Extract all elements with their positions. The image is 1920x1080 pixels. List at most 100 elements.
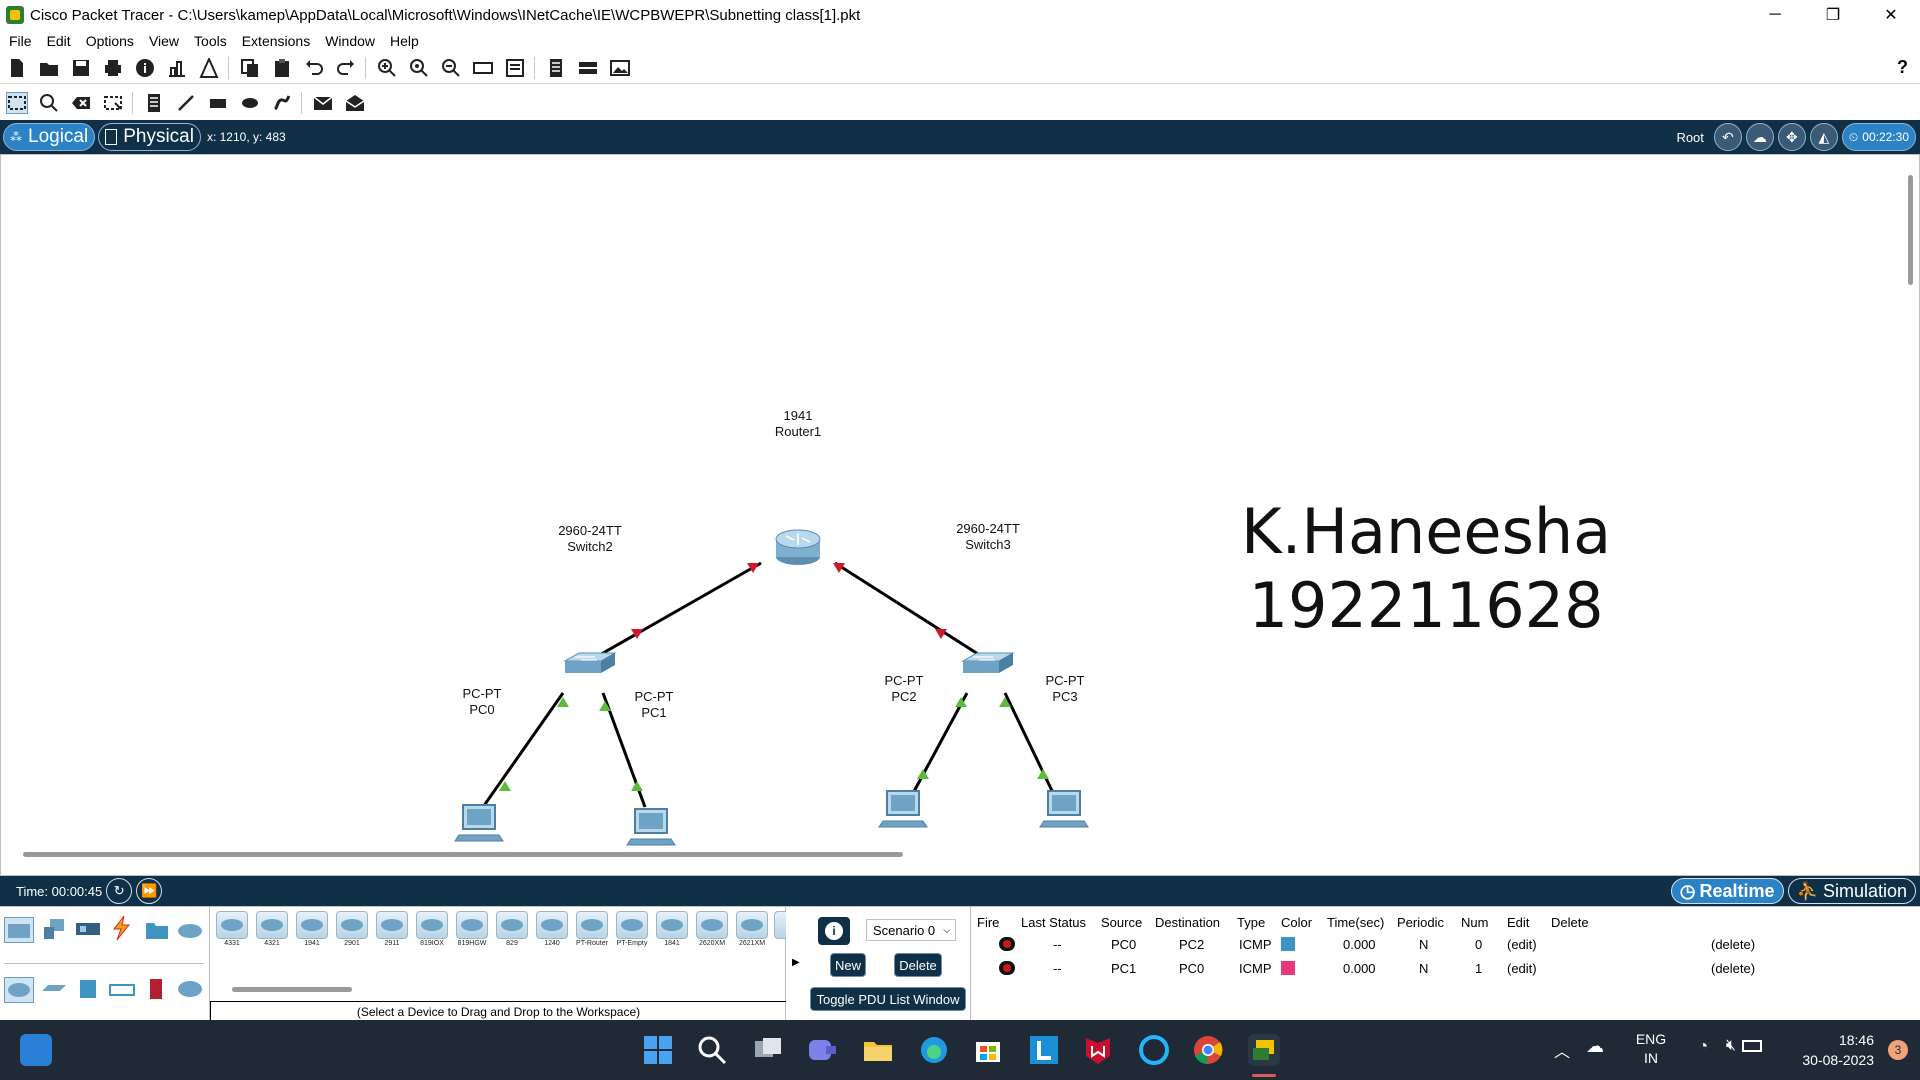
menu-window[interactable]: Window xyxy=(325,33,375,49)
menu-help[interactable]: Help xyxy=(390,33,419,49)
activity-wizard-icon[interactable] xyxy=(198,57,220,79)
tab-realtime[interactable]: ◷ Realtime xyxy=(1670,878,1784,904)
device-2901[interactable]: 2901 xyxy=(334,911,370,951)
l-app-icon[interactable] xyxy=(1028,1034,1060,1066)
custom-device-icon[interactable] xyxy=(504,57,526,79)
pc-icon[interactable] xyxy=(454,804,504,842)
zoom-in-icon[interactable] xyxy=(376,57,398,79)
device-more[interactable] xyxy=(774,911,786,951)
toggle-pdu-list-button[interactable]: Toggle PDU List Window xyxy=(810,987,966,1011)
search-icon[interactable] xyxy=(696,1034,728,1066)
chrome-icon[interactable] xyxy=(1192,1034,1224,1066)
packet-tracer-taskbar-icon[interactable] xyxy=(1248,1034,1280,1066)
widgets-icon[interactable] xyxy=(20,1034,52,1066)
menu-view[interactable]: View xyxy=(149,33,179,49)
pdu-row[interactable]: -- PC0 PC2 ICMP 0.000 N 0 (edit) (delete… xyxy=(971,933,1917,955)
menu-edit[interactable]: Edit xyxy=(47,33,71,49)
new-scenario-button[interactable]: New xyxy=(830,953,866,977)
zoom-out-icon[interactable] xyxy=(440,57,462,79)
hubs-icon[interactable] xyxy=(74,977,104,1003)
device-pt-router[interactable]: PT-Router xyxy=(574,911,610,951)
pdu-row[interactable]: -- PC1 PC0 ICMP 0.000 N 1 (edit) (delete… xyxy=(971,957,1917,979)
tab-physical[interactable]: Physical xyxy=(98,123,201,151)
edit-link[interactable]: (edit) xyxy=(1507,933,1537,955)
add-simple-pdu-icon[interactable] xyxy=(312,92,334,114)
scenario-select[interactable]: Scenario 0 ⌵ xyxy=(866,919,956,941)
device-template-icon[interactable] xyxy=(577,57,599,79)
link-router-switch2[interactable] xyxy=(588,561,762,663)
switch-icon[interactable] xyxy=(961,652,1015,673)
wifi-icon[interactable]: ◔ xyxy=(1698,1038,1708,1056)
new-file-icon[interactable] xyxy=(6,57,28,79)
resize-shape-icon[interactable] xyxy=(102,92,124,114)
delete-link[interactable]: (delete) xyxy=(1711,957,1755,979)
zoom-reset-icon[interactable] xyxy=(408,57,430,79)
scenario-info-button[interactable]: i xyxy=(818,917,850,945)
drawing-palette-icon[interactable] xyxy=(472,57,494,79)
device-2620xm[interactable]: 2620XM xyxy=(694,911,730,951)
pc-icon[interactable] xyxy=(1039,790,1089,828)
device-819iox[interactable]: 819IOX xyxy=(414,911,450,951)
cluster-cloud-icon[interactable]: ☁ xyxy=(1745,123,1774,151)
device-2621xm[interactable]: 2621XM xyxy=(734,911,770,951)
device-list-scrollbar[interactable] xyxy=(232,987,352,992)
draw-line-icon[interactable] xyxy=(175,92,197,114)
teams-chat-icon[interactable] xyxy=(806,1034,838,1066)
add-complex-pdu-icon[interactable] xyxy=(344,92,366,114)
delete-tool-icon[interactable] xyxy=(70,92,92,114)
move-object-icon[interactable]: ✥ xyxy=(1777,123,1806,151)
wireless-devices-icon[interactable] xyxy=(108,977,138,1003)
print-icon[interactable] xyxy=(102,57,124,79)
device-1240[interactable]: 1240 xyxy=(534,911,570,951)
logical-workspace[interactable]: 1941 Router1 2960-24TT Switch2 2960-24TT… xyxy=(0,154,1920,876)
volume-muted-icon[interactable]: 🔇︎ xyxy=(1726,1037,1736,1055)
place-note-icon[interactable] xyxy=(143,92,165,114)
connections-icon[interactable] xyxy=(108,915,138,941)
tab-simulation[interactable]: ⛹ Simulation xyxy=(1787,878,1916,904)
tab-logical[interactable]: ⁂ Logical xyxy=(3,123,96,151)
device-4331[interactable]: 4331 xyxy=(214,911,250,951)
collapse-arrow-icon[interactable]: ▶ xyxy=(792,957,800,968)
fire-icon[interactable] xyxy=(999,957,1015,979)
paste-icon[interactable] xyxy=(271,57,293,79)
close-button[interactable]: ✕ xyxy=(1862,0,1920,30)
back-icon[interactable]: ↶ xyxy=(1713,123,1742,151)
device-4321[interactable]: 4321 xyxy=(254,911,290,951)
pc-icon[interactable] xyxy=(626,808,676,846)
microsoft-store-icon[interactable] xyxy=(972,1034,1004,1066)
fast-forward-icon[interactable]: ⏩ xyxy=(136,878,163,904)
device-1841[interactable]: 1841 xyxy=(654,911,690,951)
info-icon[interactable] xyxy=(134,57,156,79)
mcafee-icon[interactable] xyxy=(1082,1034,1114,1066)
delete-link[interactable]: (delete) xyxy=(1711,933,1755,955)
save-icon[interactable] xyxy=(70,57,92,79)
redo-icon[interactable] xyxy=(335,57,357,79)
pc-icon[interactable] xyxy=(878,790,928,828)
freeform-icon[interactable] xyxy=(271,92,293,114)
device-2911[interactable]: 2911 xyxy=(374,911,410,951)
set-background-icon[interactable]: ◭ xyxy=(1809,123,1838,151)
file-explorer-icon[interactable] xyxy=(862,1034,894,1066)
edit-link[interactable]: (edit) xyxy=(1507,957,1537,979)
draw-ellipse-icon[interactable] xyxy=(239,92,261,114)
link-router-switch3[interactable] xyxy=(834,561,990,663)
alexa-icon[interactable] xyxy=(1138,1034,1170,1066)
delete-scenario-button[interactable]: Delete xyxy=(894,953,942,977)
draw-rectangle-icon[interactable] xyxy=(207,92,229,114)
network-devices-icon[interactable] xyxy=(4,917,34,943)
image-icon[interactable] xyxy=(609,57,631,79)
device-819hgw[interactable]: 819HGW xyxy=(454,911,490,951)
onedrive-icon[interactable]: ☁ xyxy=(1586,1036,1604,1057)
start-icon[interactable] xyxy=(642,1034,674,1066)
link-switch3-pc3[interactable] xyxy=(1003,692,1057,798)
network-info-icon[interactable] xyxy=(166,57,188,79)
restore-button[interactable]: ❐ xyxy=(1804,0,1862,30)
notification-badge[interactable]: 3 xyxy=(1888,1040,1908,1060)
menu-extensions[interactable]: Extensions xyxy=(242,33,310,49)
menu-tools[interactable]: Tools xyxy=(194,33,227,49)
link-switch3-pc2[interactable] xyxy=(909,692,969,798)
inspect-tool-icon[interactable] xyxy=(38,92,60,114)
end-devices-icon[interactable] xyxy=(40,917,70,943)
clock[interactable]: 18:46 30-08-2023 xyxy=(1774,1030,1874,1070)
notes-icon[interactable] xyxy=(545,57,567,79)
